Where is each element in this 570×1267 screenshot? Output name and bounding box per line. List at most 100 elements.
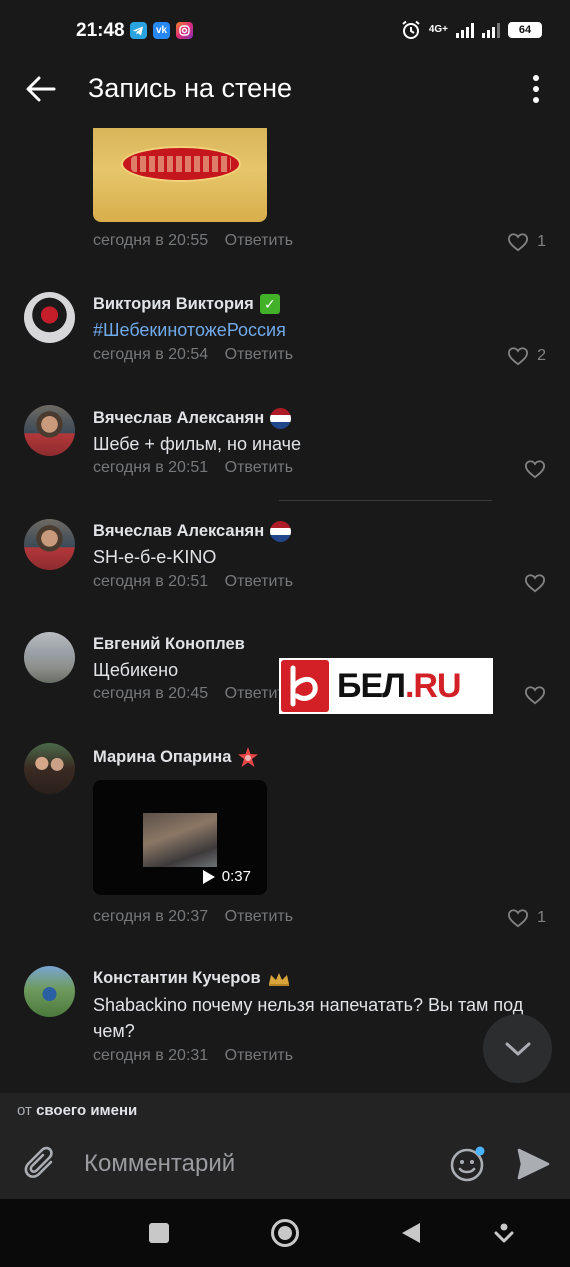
like-button[interactable]: 1	[507, 232, 546, 252]
avatar[interactable]	[24, 632, 75, 683]
avatar[interactable]	[24, 966, 75, 1017]
netherlands-flag-icon	[270, 408, 292, 429]
triangle-back-icon	[402, 1223, 420, 1243]
comment-author[interactable]: Константин Кучеров	[93, 969, 291, 988]
signal-strength-icon	[456, 22, 474, 38]
comment-photo-attachment[interactable]	[93, 128, 267, 222]
back-nav-button[interactable]	[395, 1217, 427, 1249]
video-duration: 0:37	[202, 868, 251, 885]
comment-meta: сегодня в 20:51 Ответить	[93, 459, 293, 477]
emoji-button[interactable]	[449, 1145, 487, 1183]
comment-text: Щебикено	[93, 660, 179, 680]
reply-link[interactable]: Ответить	[225, 573, 293, 590]
avatar[interactable]	[24, 292, 75, 343]
status-notification-icons: vk	[130, 22, 193, 39]
smiley-icon	[450, 1146, 485, 1182]
circle-icon	[271, 1219, 299, 1247]
post-as-prefix: от	[17, 1102, 32, 1119]
reply-link[interactable]: Ответить	[225, 346, 293, 363]
video-attachment[interactable]: 0:37	[93, 780, 267, 895]
reply-link[interactable]: Ответить	[225, 459, 293, 476]
comment-meta: сегодня в 20:45 Ответить	[93, 685, 293, 703]
page-title: Запись на стене	[88, 73, 293, 103]
comment-time: сегодня в 20:45	[93, 685, 209, 702]
vk-icon: vk	[153, 22, 170, 39]
chevron-down-icon	[505, 1042, 530, 1055]
comments-feed[interactable]: сегодня в 20:55 Ответить 1 Виктория Викт…	[0, 118, 570, 1093]
like-button[interactable]	[524, 459, 546, 479]
paperclip-icon	[24, 1146, 53, 1178]
avatar[interactable]	[24, 405, 75, 456]
heart-icon	[508, 233, 529, 252]
like-count: 2	[537, 347, 546, 364]
reply-link[interactable]: Ответить	[225, 232, 293, 249]
alarm-icon	[402, 20, 420, 39]
comment-time: сегодня в 20:51	[93, 459, 209, 476]
post-as-name[interactable]: своего имени	[36, 1102, 137, 1119]
square-icon	[149, 1223, 169, 1243]
heart-icon	[508, 347, 529, 366]
recent-apps-button[interactable]	[143, 1217, 175, 1249]
author-name: Евгений Коноплев	[93, 635, 245, 653]
comment-author[interactable]: Вячеслав Алексанян	[93, 521, 292, 542]
divider	[279, 500, 492, 501]
comment-text: Shabackino почему нельзя напечатать? Вы …	[93, 992, 523, 1044]
instagram-icon	[176, 22, 193, 39]
heart-icon	[508, 909, 529, 928]
battery-icon: 64	[508, 22, 542, 38]
like-button[interactable]	[524, 573, 546, 593]
bel-ru-logo-icon	[281, 660, 329, 712]
status-indicators: 4G+ 64	[401, 20, 542, 40]
author-name: Вячеслав Алексанян	[93, 522, 265, 540]
hide-bar-icon	[494, 1223, 514, 1243]
video-duration-label: 0:37	[221, 868, 251, 885]
like-button[interactable]: 1	[507, 908, 546, 928]
comment-author[interactable]: Евгений Коноплев	[93, 635, 245, 654]
hide-nav-button[interactable]	[488, 1217, 520, 1249]
heart-icon	[524, 686, 546, 705]
comment-meta: сегодня в 20:51 Ответить	[93, 573, 293, 591]
comment-text: Шебе + фильм, но иначе	[93, 434, 302, 454]
author-name: Вячеслав Алексанян	[93, 409, 265, 427]
scroll-down-button[interactable]	[483, 1014, 552, 1083]
avatar[interactable]	[24, 743, 75, 794]
author-name: Марина Опарина	[93, 747, 232, 766]
video-preview-frame	[143, 813, 217, 867]
play-icon	[202, 869, 215, 884]
comment-text: SH-е-б-е-KINO	[93, 547, 217, 567]
more-vertical-icon	[533, 75, 539, 103]
home-button[interactable]	[269, 1217, 301, 1249]
comment-author[interactable]: Вячеслав Алексанян	[93, 408, 292, 429]
network-type-label: 4G+	[428, 24, 448, 35]
watermark-text: БЕЛ.RU	[337, 666, 462, 706]
crown-badge-icon	[268, 972, 289, 986]
reply-link[interactable]: Ответить	[225, 1047, 293, 1064]
avatar[interactable]	[24, 519, 75, 570]
comment-text-line: Shabackino почему нельзя напечатать? Вы …	[93, 995, 524, 1015]
comment-author[interactable]: Марина Опарина	[93, 746, 259, 768]
watermark-main: БЕЛ	[337, 666, 406, 705]
signal-strength-icon-2	[482, 22, 500, 38]
netherlands-flag-icon	[270, 521, 292, 542]
arrow-left-icon	[26, 76, 56, 102]
bel-ru-watermark: БЕЛ.RU	[279, 658, 493, 714]
reply-link[interactable]: Ответить	[225, 908, 293, 925]
comment-time: сегодня в 20:31	[93, 1047, 209, 1064]
pasta-brand-label	[121, 146, 241, 182]
send-button[interactable]	[515, 1146, 551, 1182]
star-badge-icon	[238, 747, 259, 767]
back-button[interactable]	[24, 74, 58, 104]
comment-input[interactable]	[84, 1143, 424, 1185]
comment-author[interactable]: Виктория Виктория ✓	[93, 294, 280, 314]
more-options-button[interactable]	[528, 74, 544, 104]
post-as-bar[interactable]: от своего имени	[0, 1093, 570, 1129]
telegram-icon	[130, 22, 147, 39]
comment-meta: сегодня в 20:55 Ответить	[93, 232, 293, 250]
author-name: Константин Кучеров	[93, 969, 261, 987]
hashtag-link[interactable]: #ШебекинотожеРоссия	[93, 317, 286, 343]
attach-button[interactable]	[24, 1146, 58, 1182]
like-button[interactable]: 2	[507, 346, 546, 366]
comment-meta: сегодня в 20:54 Ответить	[93, 346, 293, 364]
like-button[interactable]	[524, 685, 546, 705]
status-time: 21:48	[76, 20, 125, 41]
